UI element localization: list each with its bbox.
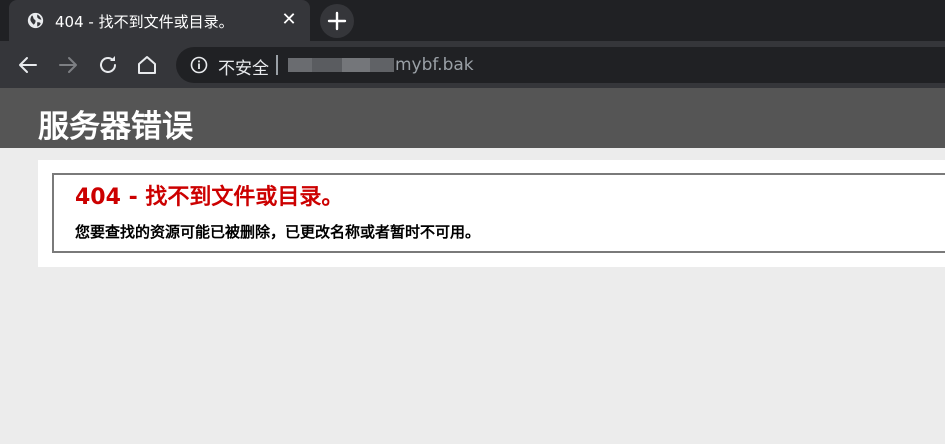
content-panel: 404 - 找不到文件或目录。 您要查找的资源可能已被删除，已更改名称或者暂时不… [38,160,945,267]
page-body: 服务器错误 404 - 找不到文件或目录。 您要查找的资源可能已被删除，已更改名… [0,88,945,444]
redacted-url-block [370,58,394,72]
new-tab-button[interactable] [320,4,354,38]
security-label[interactable]: 不安全 [218,54,269,79]
active-tab[interactable]: 404 - 找不到文件或目录。 ✕ [9,0,310,41]
browser-toolbar: 不安全 mybf.bak [0,41,945,88]
back-button[interactable] [16,53,40,77]
omnibox-separator [276,55,278,75]
redacted-url-block [342,58,370,72]
plus-icon [327,11,347,31]
error-message: 您要查找的资源可能已被删除，已更改名称或者暂时不可用。 [75,223,481,241]
globe-icon [27,12,44,29]
forward-button[interactable] [56,53,80,77]
tab-title: 404 - 找不到文件或目录。 [55,13,234,31]
reload-button[interactable] [96,53,120,77]
home-button[interactable] [135,53,159,77]
info-icon[interactable] [190,56,208,74]
address-bar[interactable]: 不安全 mybf.bak [176,47,945,83]
redacted-url-block [288,58,312,72]
close-tab-icon[interactable]: ✕ [280,11,298,29]
page-title: 服务器错误 [38,109,193,145]
redacted-url-block [312,58,342,72]
tab-strip: 404 - 找不到文件或目录。 ✕ [0,0,945,41]
url-text[interactable]: mybf.bak [395,55,474,75]
error-box: 404 - 找不到文件或目录。 您要查找的资源可能已被删除，已更改名称或者暂时不… [52,173,945,253]
error-title: 404 - 找不到文件或目录。 [75,185,344,210]
page-header: 服务器错误 [0,88,945,148]
